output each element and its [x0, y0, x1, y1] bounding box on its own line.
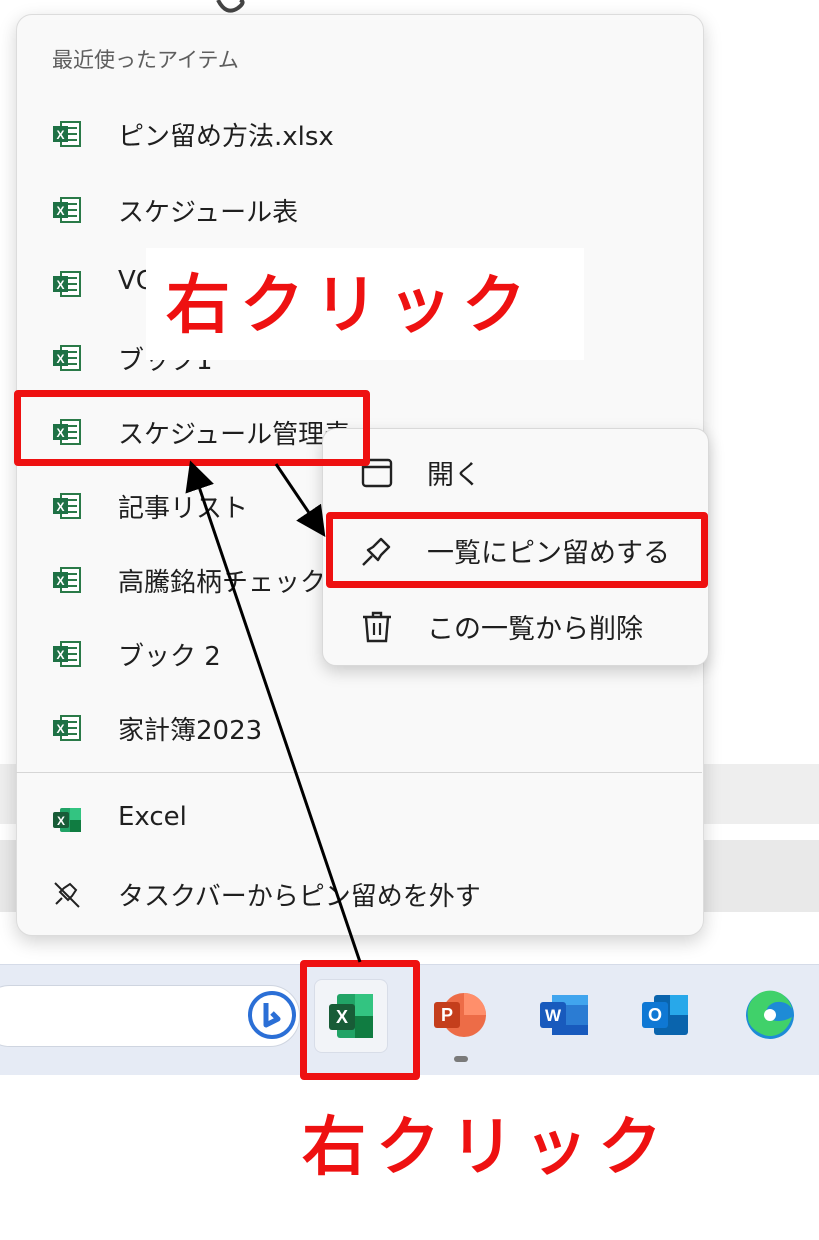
annotation-arrows [185, 460, 362, 963]
arrow-to-recent-item [185, 460, 362, 963]
arrow-to-pin-item [274, 463, 326, 537]
